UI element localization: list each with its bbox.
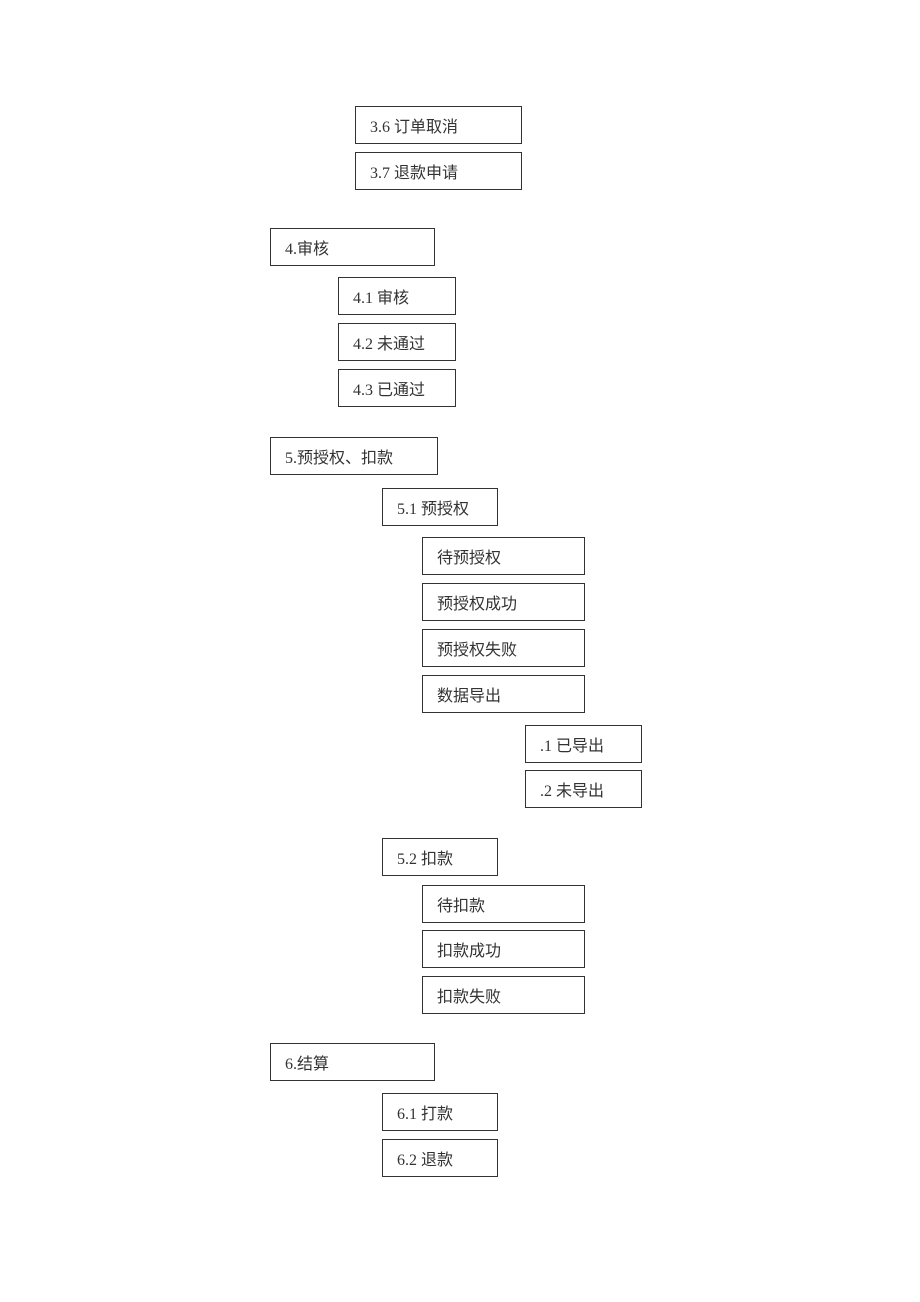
node-5-1-preauth-fail: 预授权失败	[422, 629, 585, 667]
node-label: 6.结算	[271, 1050, 329, 1074]
node-4-2-not-passed: 4.2 未通过	[338, 323, 456, 361]
node-3-6-order-cancel: 3.6 订单取消	[355, 106, 522, 144]
node-6-2-refund: 6.2 退款	[382, 1139, 498, 1177]
node-label: 待预授权	[423, 544, 501, 568]
node-label: 3.6 订单取消	[356, 113, 458, 137]
node-4-1-review: 4.1 审核	[338, 277, 456, 315]
node-label: 3.7 退款申请	[356, 159, 458, 183]
node-label: 4.3 已通过	[339, 376, 425, 400]
node-5-2-deduct: 5.2 扣款	[382, 838, 498, 876]
node-5-2-pending-deduct: 待扣款	[422, 885, 585, 923]
node-5-2-deduct-success: 扣款成功	[422, 930, 585, 968]
node-6-settlement: 6.结算	[270, 1043, 435, 1081]
node-5-1-pending-preauth: 待预授权	[422, 537, 585, 575]
node-label: 预授权失败	[423, 636, 517, 660]
node-label: 5.2 扣款	[383, 845, 453, 869]
node-label: 4.1 审核	[339, 284, 409, 308]
node-label: 扣款成功	[423, 937, 501, 961]
node-label: 预授权成功	[423, 590, 517, 614]
node-5-1-preauth-success: 预授权成功	[422, 583, 585, 621]
node-5-1-exported: .1 已导出	[525, 725, 642, 763]
node-4-review: 4.审核	[270, 228, 435, 266]
node-label: 6.2 退款	[383, 1146, 453, 1170]
node-label: 待扣款	[423, 892, 485, 916]
node-3-7-refund-request: 3.7 退款申请	[355, 152, 522, 190]
node-label: 扣款失败	[423, 983, 501, 1007]
node-label: 6.1 打款	[383, 1100, 453, 1124]
node-label: 4.2 未通过	[339, 330, 425, 354]
node-label: 4.审核	[271, 235, 329, 259]
node-6-1-payout: 6.1 打款	[382, 1093, 498, 1131]
node-5-1-not-exported: .2 未导出	[525, 770, 642, 808]
node-5-2-deduct-fail: 扣款失败	[422, 976, 585, 1014]
node-5-preauth-deduct: 5.预授权、扣款	[270, 437, 438, 475]
node-label: 5.预授权、扣款	[271, 444, 393, 468]
node-5-1-data-export: 数据导出	[422, 675, 585, 713]
node-label: 5.1 预授权	[383, 495, 469, 519]
node-4-3-passed: 4.3 已通过	[338, 369, 456, 407]
node-label: .2 未导出	[526, 777, 604, 801]
node-label: .1 已导出	[526, 732, 604, 756]
node-label: 数据导出	[423, 682, 501, 706]
node-5-1-preauth: 5.1 预授权	[382, 488, 498, 526]
